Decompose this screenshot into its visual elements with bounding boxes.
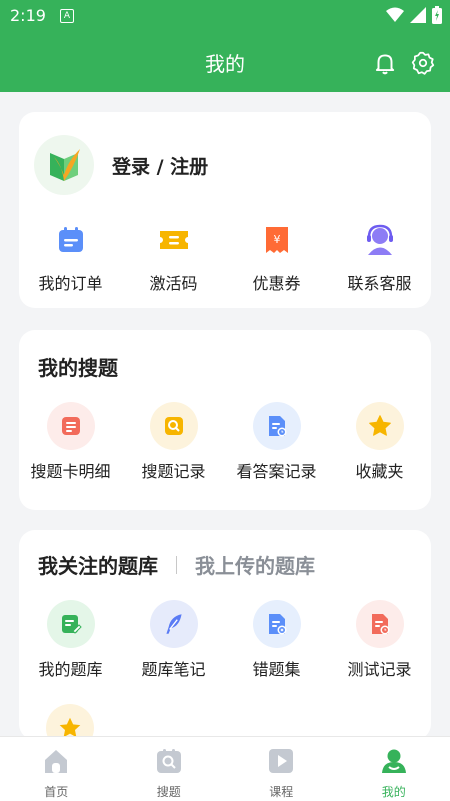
bank-item-label: 测试记录 bbox=[328, 656, 431, 680]
nav-profile[interactable]: 我的 bbox=[338, 737, 450, 801]
search-record-icon bbox=[150, 402, 198, 450]
play-icon bbox=[267, 747, 295, 775]
search-item-answer-record[interactable]: 看答案记录 bbox=[225, 402, 328, 482]
bell-icon[interactable] bbox=[372, 50, 398, 76]
search-item-label: 看答案记录 bbox=[225, 458, 328, 482]
nav-label: 首页 bbox=[0, 783, 113, 800]
calendar-icon bbox=[53, 222, 89, 258]
search-item-label: 搜题卡明细 bbox=[19, 458, 122, 482]
nav-home[interactable]: 首页 bbox=[0, 737, 113, 801]
headset-icon bbox=[362, 222, 398, 258]
gear-icon[interactable] bbox=[410, 50, 436, 76]
quick-action-coupons[interactable]: ¥ 优惠券 bbox=[225, 222, 328, 294]
tab-divider bbox=[176, 556, 177, 574]
bank-item-label: 题库笔记 bbox=[122, 656, 225, 680]
feather-icon bbox=[150, 600, 198, 648]
nav-label: 我的 bbox=[338, 783, 450, 800]
bank-items: 我的题库 题库笔记 错题集 测试记录 bbox=[19, 600, 431, 680]
app-logo-icon bbox=[34, 135, 94, 195]
bank-item-my-bank[interactable]: 我的题库 bbox=[19, 600, 122, 680]
bank-item-label: 错题集 bbox=[225, 656, 328, 680]
section-title: 我的搜题 bbox=[38, 352, 118, 381]
bottom-navigation: 首页 搜题 课程 我的 bbox=[0, 736, 450, 801]
ticket-icon bbox=[156, 222, 192, 258]
system-icons bbox=[386, 6, 442, 24]
input-method-icon: A bbox=[60, 9, 74, 23]
bank-tabs: 我关注的题库 我上传的题库 bbox=[38, 550, 315, 579]
app-header: 我的 bbox=[0, 32, 450, 92]
tab-uploaded-banks[interactable]: 我上传的题库 bbox=[195, 550, 315, 579]
search-icon bbox=[155, 747, 183, 775]
login-register-link[interactable]: 登录 / 注册 bbox=[112, 152, 208, 179]
search-section-card: 我的搜题 搜题卡明细 搜题记录 看答案记录 收藏夹 bbox=[19, 330, 431, 510]
nav-label: 搜题 bbox=[113, 783, 226, 800]
coupon-icon: ¥ bbox=[259, 222, 295, 258]
quick-actions: 我的订单 激活码 ¥ 优惠券 联系客服 bbox=[19, 222, 431, 294]
edit-doc-icon bbox=[47, 600, 95, 648]
profile-icon bbox=[380, 747, 408, 775]
quick-action-label: 激活码 bbox=[122, 270, 225, 294]
wrong-doc-icon bbox=[253, 600, 301, 648]
quick-action-orders[interactable]: 我的订单 bbox=[19, 222, 122, 294]
quick-action-label: 我的订单 bbox=[19, 270, 122, 294]
svg-text:¥: ¥ bbox=[273, 233, 280, 246]
quick-action-customer-service[interactable]: 联系客服 bbox=[328, 222, 431, 294]
nav-search[interactable]: 搜题 bbox=[113, 737, 226, 801]
bank-item-test-record[interactable]: 测试记录 bbox=[328, 600, 431, 680]
avatar[interactable] bbox=[34, 135, 94, 195]
bank-item-wrong-set[interactable]: 错题集 bbox=[225, 600, 328, 680]
status-time: 2:19 bbox=[10, 6, 46, 25]
home-icon bbox=[42, 747, 70, 775]
search-item-card-detail[interactable]: 搜题卡明细 bbox=[19, 402, 122, 482]
question-bank-card: 我关注的题库 我上传的题库 我的题库 题库笔记 错题集 测试记录 bbox=[19, 530, 431, 740]
bank-item-notes[interactable]: 题库笔记 bbox=[122, 600, 225, 680]
search-item-favorites[interactable]: 收藏夹 bbox=[328, 402, 431, 482]
tab-followed-banks[interactable]: 我关注的题库 bbox=[38, 550, 158, 579]
wifi-icon bbox=[386, 7, 404, 23]
card-detail-icon bbox=[47, 402, 95, 450]
quick-action-activation-code[interactable]: 激活码 bbox=[122, 222, 225, 294]
account-card: 登录 / 注册 我的订单 激活码 ¥ 优惠券 bbox=[19, 112, 431, 308]
battery-icon bbox=[432, 6, 442, 24]
bank-item-label: 我的题库 bbox=[19, 656, 122, 680]
nav-label: 课程 bbox=[225, 783, 338, 800]
signal-icon bbox=[410, 7, 426, 23]
nav-courses[interactable]: 课程 bbox=[225, 737, 338, 801]
star-icon bbox=[356, 402, 404, 450]
answer-record-icon bbox=[253, 402, 301, 450]
search-items: 搜题卡明细 搜题记录 看答案记录 收藏夹 bbox=[19, 402, 431, 482]
search-item-label: 收藏夹 bbox=[328, 458, 431, 482]
search-item-label: 搜题记录 bbox=[122, 458, 225, 482]
quick-action-label: 联系客服 bbox=[328, 270, 431, 294]
quick-action-label: 优惠券 bbox=[225, 270, 328, 294]
search-item-search-record[interactable]: 搜题记录 bbox=[122, 402, 225, 482]
status-bar: 2:19 A bbox=[0, 0, 450, 32]
test-record-icon bbox=[356, 600, 404, 648]
